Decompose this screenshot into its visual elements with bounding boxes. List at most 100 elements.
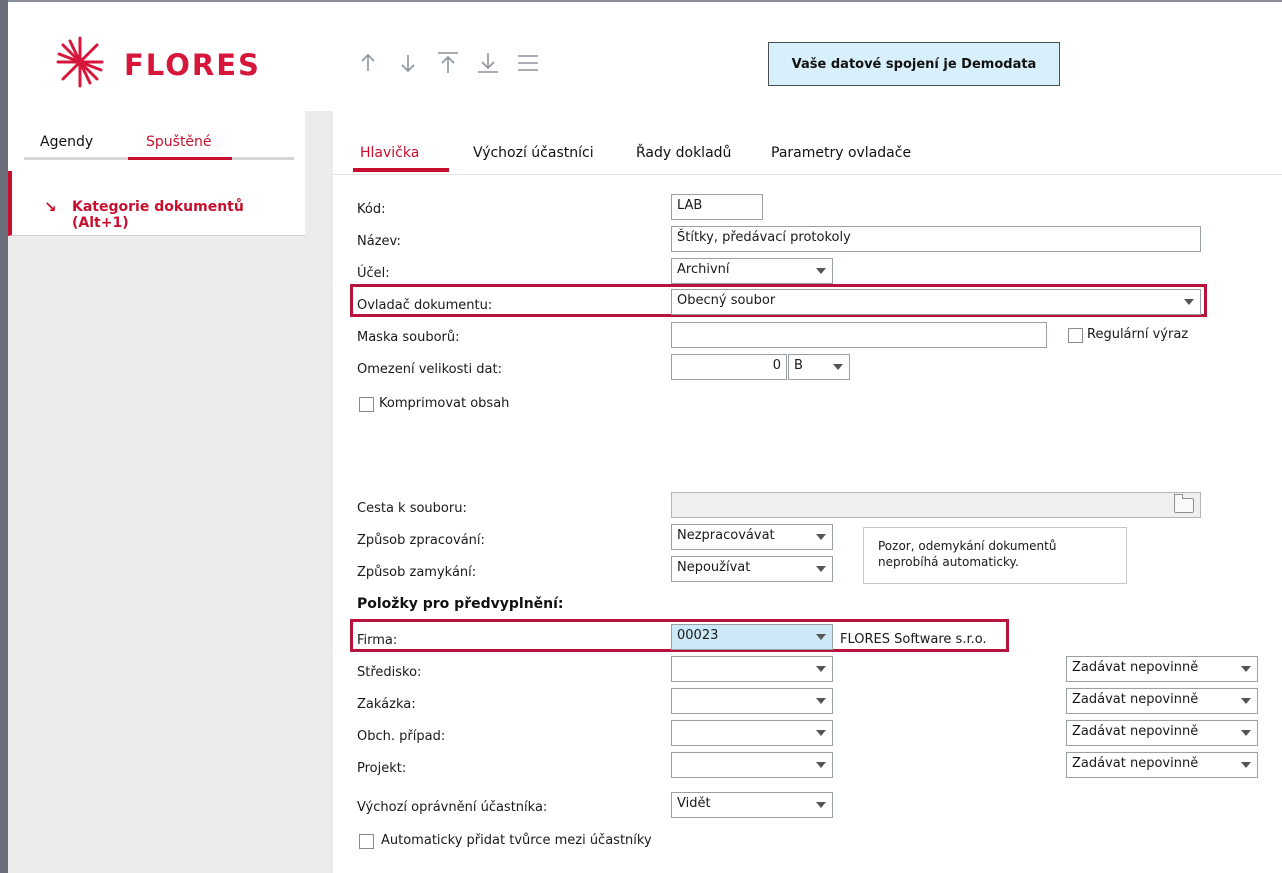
projekt-label: Projekt: [357,761,407,776]
auto-pridat-label: Automaticky přidat tvůrce mezi účastníky [381,833,652,848]
obch-pripad-label: Obch. případ: [357,729,446,744]
zamykani-label: Způsob zamykání: [357,565,477,580]
projekt-select[interactable] [671,752,833,778]
arrow-down-right-icon: ↘ [44,198,57,216]
top-bar: FLORES Vaše datové spojení je Demodata [8,18,1282,111]
maska-label: Maska souborů: [357,330,460,345]
dropdown-arrow-icon[interactable] [816,698,826,704]
dropdown-arrow-icon[interactable] [816,534,826,540]
cesta-input [671,492,1201,518]
dropdown-arrow-icon[interactable] [833,364,843,370]
tab-parametry-ovladace[interactable]: Parametry ovladače [771,145,911,161]
ovladac-label: Ovladač dokumentu: [357,298,493,313]
zamykani-select[interactable]: Nepoužívat [671,556,833,582]
dropdown-arrow-icon[interactable] [816,634,826,640]
sidebar-tab-agendy[interactable]: Agendy [40,134,93,150]
omezeni-unit-select[interactable]: B [788,354,850,380]
section-title-predvyplneni: Položky pro předvyplnění: [357,596,564,612]
locking-note: Pozor, odemykání dokumentů neprobíhá aut… [863,527,1127,584]
dropdown-arrow-icon[interactable] [1241,730,1251,736]
projekt-mode-value: Zadávat nepovinně [1072,756,1199,771]
sidebar-tab-indicator [128,157,232,160]
firma-label: Firma: [357,633,398,648]
flores-burst-icon [56,36,104,88]
ucel-value: Archivní [677,262,730,277]
dropdown-arrow-icon[interactable] [816,666,826,672]
menu-icon[interactable] [508,46,548,80]
dropdown-arrow-icon[interactable] [816,730,826,736]
komprimovat-label: Komprimovat obsah [379,396,510,411]
flores-logo: FLORES [40,34,340,90]
last-record-icon[interactable] [468,46,508,80]
firma-name: FLORES Software s.r.o. [840,632,987,647]
obch-pripad-mode-select[interactable]: Zadávat nepovinně [1066,720,1258,746]
ucel-select[interactable]: Archivní [671,258,833,284]
folder-icon[interactable] [1174,494,1194,513]
arrow-up-icon[interactable] [348,46,388,80]
connection-banner: Vaše datové spojení je Demodata [768,42,1060,86]
maska-input[interactable] [671,322,1047,348]
record-navigation [348,46,548,80]
sidebar-tab-spustene[interactable]: Spuštěné [146,134,212,150]
form-content: Kód: LAB Název: Štítky, předávací protok… [347,175,1282,873]
stredisko-mode-select[interactable]: Zadávat nepovinně [1066,656,1258,682]
logo-text: FLORES [124,48,261,82]
zakazka-mode-select[interactable]: Zadávat nepovinně [1066,688,1258,714]
omezeni-label: Omezení velikosti dat: [357,362,502,377]
regularni-label: Regulární výraz [1087,327,1189,342]
dropdown-arrow-icon[interactable] [1241,698,1251,704]
zpracovani-select[interactable]: Nezpracovávat [671,524,833,550]
zpracovani-value: Nezpracovávat [677,528,775,543]
dropdown-arrow-icon[interactable] [1184,299,1194,305]
opravneni-value: Vidět [677,796,711,811]
main-panel: Hlavička Výchozí účastníci Řady dokladů … [333,111,1282,873]
window-frame [0,0,8,873]
nazev-input[interactable]: Štítky, předávací protokoly [671,226,1201,252]
obch-pripad-mode-value: Zadávat nepovinně [1072,724,1199,739]
regularni-checkbox[interactable] [1068,328,1083,343]
omezeni-unit-value: B [794,358,803,373]
nazev-label: Název: [357,234,401,249]
projekt-mode-select[interactable]: Zadávat nepovinně [1066,752,1258,778]
stredisko-mode-value: Zadávat nepovinně [1072,660,1199,675]
zakazka-label: Zakázka: [357,697,416,712]
opravneni-label: Výchozí oprávnění účastníka: [357,800,548,815]
splitter[interactable] [305,111,333,873]
dropdown-arrow-icon[interactable] [1241,666,1251,672]
dropdown-arrow-icon[interactable] [816,268,826,274]
dropdown-arrow-icon[interactable] [1241,762,1251,768]
ovladac-select[interactable]: Obecný soubor [671,289,1201,315]
omezeni-input[interactable]: 0 [671,354,787,380]
firma-value: 00023 [677,628,719,643]
tab-rady-dokladu[interactable]: Řady dokladů [636,145,731,161]
sidebar-item-label: Kategorie dokumentů (Alt+1) [72,199,244,231]
kod-input[interactable]: LAB [671,194,763,220]
zamykani-value: Nepoužívat [677,560,751,575]
dropdown-arrow-icon[interactable] [816,762,826,768]
window-top-border [8,0,1282,20]
ucel-label: Účel: [357,266,390,281]
sidebar-item-kategorie-dokumentu[interactable]: ↘ Kategorie dokumentů (Alt+1) [8,171,305,236]
kod-label: Kód: [357,202,386,217]
komprimovat-checkbox[interactable] [359,397,374,412]
zakazka-select[interactable] [671,688,833,714]
stredisko-select[interactable] [671,656,833,682]
dropdown-arrow-icon[interactable] [816,802,826,808]
arrow-down-icon[interactable] [388,46,428,80]
tab-vychozi-ucastnici[interactable]: Výchozí účastníci [473,145,594,161]
active-tab-indicator [353,168,449,172]
form-tabs: Hlavička Výchozí účastníci Řady dokladů … [333,111,1282,175]
stredisko-label: Středisko: [357,665,422,680]
auto-pridat-checkbox[interactable] [359,834,374,849]
sidebar: Agendy Spuštěné ↘ Kategorie dokumentů (A… [8,111,305,873]
cesta-label: Cesta k souboru: [357,501,467,516]
ovladac-value: Obecný soubor [677,293,776,308]
obch-pripad-select[interactable] [671,720,833,746]
first-record-icon[interactable] [428,46,468,80]
tab-hlavicka[interactable]: Hlavička [360,145,419,161]
dropdown-arrow-icon[interactable] [816,566,826,572]
firma-select[interactable]: 00023 [671,624,833,650]
opravneni-select[interactable]: Vidět [671,792,833,818]
zakazka-mode-value: Zadávat nepovinně [1072,692,1199,707]
zpracovani-label: Způsob zpracování: [357,533,485,548]
